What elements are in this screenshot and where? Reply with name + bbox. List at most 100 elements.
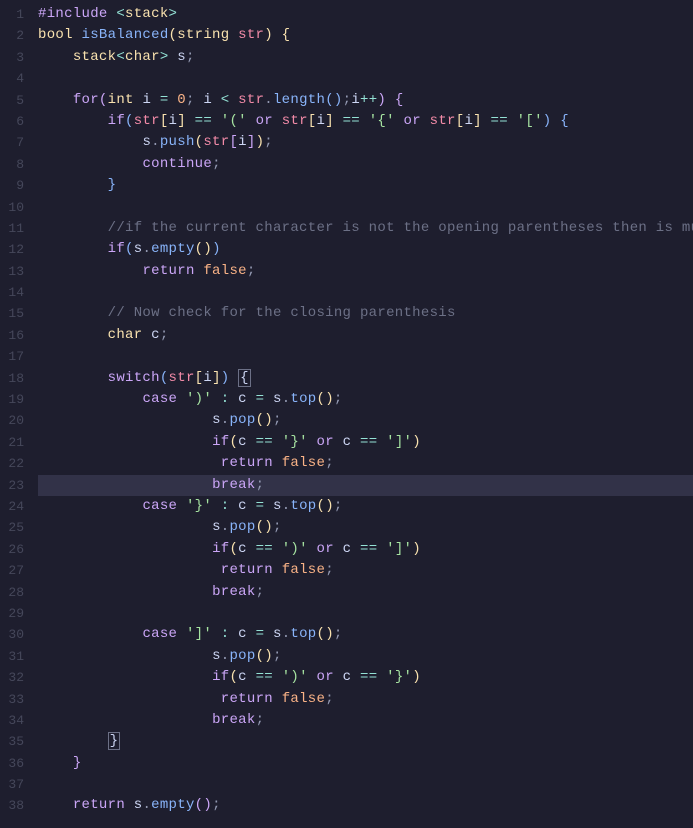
token-br2: ) xyxy=(377,92,394,108)
code-line[interactable]: #include <stack> xyxy=(38,4,693,25)
token-ig xyxy=(38,691,73,707)
code-line[interactable]: case '}' : c = s.top(); xyxy=(38,496,693,517)
token-op: == xyxy=(186,113,221,129)
code-line[interactable] xyxy=(38,282,693,303)
token-br2: { xyxy=(395,92,404,108)
token-ig xyxy=(108,648,143,664)
token-op: = xyxy=(256,498,273,514)
token-id: s xyxy=(273,498,282,514)
token-ig xyxy=(38,455,73,471)
code-line[interactable]: } xyxy=(38,175,693,196)
token-pa: str xyxy=(238,92,264,108)
code-area[interactable]: #include <stack>bool isBalanced(string s… xyxy=(32,0,693,828)
code-line[interactable]: s.pop(); xyxy=(38,410,693,431)
token-ig xyxy=(38,797,73,813)
line-number: 10 xyxy=(4,197,24,218)
code-line[interactable]: return false; xyxy=(38,560,693,581)
token-ig xyxy=(142,434,177,450)
token-st: '(' xyxy=(221,113,247,129)
code-line[interactable]: if(c == ')' or c == '}') xyxy=(38,667,693,688)
token-st: '{' xyxy=(369,113,395,129)
code-line[interactable]: return false; xyxy=(38,689,693,710)
code-line[interactable]: switch(str[i]) { xyxy=(38,368,693,389)
token-pu: ; xyxy=(334,626,343,642)
code-line[interactable] xyxy=(38,68,693,89)
code-line[interactable]: // Now check for the closing parenthesis xyxy=(38,303,693,324)
token-ig xyxy=(142,477,177,493)
line-number: 36 xyxy=(4,753,24,774)
token-fn: isBalanced xyxy=(82,27,169,43)
code-line[interactable]: } xyxy=(38,731,693,752)
code-line[interactable]: //if the current character is not the op… xyxy=(38,218,693,239)
token-kw: if xyxy=(212,434,229,450)
token-ig xyxy=(108,712,143,728)
token-ig xyxy=(142,712,177,728)
token-kw: break xyxy=(212,584,256,600)
token-nu: false xyxy=(282,455,326,471)
token-ig xyxy=(38,391,73,407)
token-kw: case xyxy=(142,626,186,642)
code-line[interactable]: break; xyxy=(38,710,693,731)
line-number: 3 xyxy=(4,47,24,68)
code-line[interactable]: s.push(str[i]); xyxy=(38,132,693,153)
token-op: < xyxy=(116,49,125,65)
code-line[interactable]: return false; xyxy=(38,453,693,474)
code-line[interactable]: return s.empty(); xyxy=(38,795,693,816)
token-ty: char xyxy=(108,327,152,343)
code-line[interactable]: if(c == ')' or c == ']') xyxy=(38,539,693,560)
code-line[interactable] xyxy=(38,346,693,367)
code-line[interactable] xyxy=(38,774,693,795)
token-id: c xyxy=(343,434,360,450)
code-line[interactable]: break; xyxy=(38,582,693,603)
token-br1: ] xyxy=(325,113,334,129)
token-ty: char xyxy=(125,49,160,65)
token-ig xyxy=(177,434,212,450)
token-br3: ) xyxy=(221,370,238,386)
token-fn: top xyxy=(290,626,316,642)
line-gutter: 1234567891011121314151617181920212223242… xyxy=(0,0,32,828)
code-line[interactable]: if(c == '}' or c == ']') xyxy=(38,432,693,453)
token-id: c xyxy=(238,626,255,642)
token-id: i xyxy=(464,113,473,129)
line-number: 5 xyxy=(4,90,24,111)
code-line[interactable]: } xyxy=(38,753,693,774)
token-kw: if xyxy=(212,541,229,557)
token-br1: () xyxy=(195,241,212,257)
token-ig xyxy=(177,455,212,471)
code-line[interactable]: s.pop(); xyxy=(38,517,693,538)
line-number: 14 xyxy=(4,282,24,303)
code-line[interactable]: for(int i = 0; i < str.length();i++) { xyxy=(38,90,693,111)
token-id: i xyxy=(142,92,159,108)
code-line[interactable] xyxy=(38,603,693,624)
code-line[interactable]: stack<char> s; xyxy=(38,47,693,68)
token-fn: top xyxy=(290,391,316,407)
code-editor: 1234567891011121314151617181920212223242… xyxy=(0,0,693,828)
token-id: s xyxy=(212,648,221,664)
token-ig xyxy=(73,220,108,236)
token-st: '}' xyxy=(386,669,412,685)
token-op: : xyxy=(212,626,238,642)
line-number: 32 xyxy=(4,667,24,688)
token-id xyxy=(38,70,47,86)
token-op: ++ xyxy=(360,92,377,108)
token-pa: str xyxy=(203,134,229,150)
token-br1: () xyxy=(256,412,273,428)
code-line[interactable]: case ']' : c = s.top(); xyxy=(38,624,693,645)
code-line[interactable] xyxy=(38,197,693,218)
code-line[interactable]: case ')' : c = s.top(); xyxy=(38,389,693,410)
token-id: s xyxy=(169,49,186,65)
code-line[interactable]: char c; xyxy=(38,325,693,346)
line-number: 11 xyxy=(4,218,24,239)
token-br1: ( xyxy=(169,27,178,43)
token-ig xyxy=(108,584,143,600)
code-line[interactable]: continue; xyxy=(38,154,693,175)
token-ig xyxy=(177,584,212,600)
code-line[interactable]: if(s.empty()) xyxy=(38,239,693,260)
code-line[interactable]: return false; xyxy=(38,261,693,282)
code-line[interactable]: if(str[i] == '(' or str[i] == '{' or str… xyxy=(38,111,693,132)
code-line[interactable]: s.pop(); xyxy=(38,646,693,667)
line-number: 2 xyxy=(4,25,24,46)
code-line[interactable]: bool isBalanced(string str) { xyxy=(38,25,693,46)
code-line[interactable]: break; xyxy=(38,475,693,496)
token-kw: if xyxy=(108,241,125,257)
